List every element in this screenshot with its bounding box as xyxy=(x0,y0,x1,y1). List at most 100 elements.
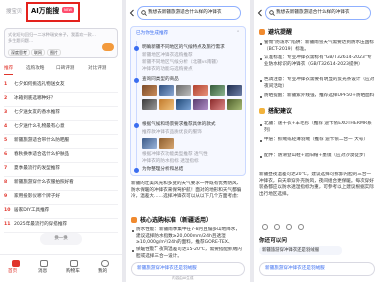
tab-recommend[interactable]: 推荐 xyxy=(4,64,14,75)
bullet-icon xyxy=(260,96,262,98)
outfit-3: 配件：防滑登山鞋+遮阳帽+墨镜（应对沙漠徒步） xyxy=(264,153,369,158)
search-placeholder-line2: 多生题问题… xyxy=(8,38,34,43)
thinking-card: 已为你生成推荐 ⌃ 明确新疆不同地区的气候特点及旅行需求 新疆地区冲锋衣选购推荐… xyxy=(130,26,246,176)
bullet-icon xyxy=(260,43,262,45)
compare-title: 根据气候和场景要求推荐具体的款式 xyxy=(142,122,216,127)
query-text: 我想去新疆旅游适合什么样的冲锋衣 xyxy=(148,10,222,15)
product-thumb[interactable] xyxy=(142,99,157,110)
query-bar[interactable]: 我想去新疆旅游适合什么样的冲锋衣 xyxy=(265,6,371,20)
product-thumb[interactable] xyxy=(159,99,174,110)
step-dot-icon xyxy=(134,123,139,128)
nav-profile[interactable]: 我的 xyxy=(98,269,107,275)
warning-icon xyxy=(259,29,265,35)
pitfall-2: 认准标准：专业冲锋衣需标有"GB/T32614-2023"专业防水标识的冲锋衣（… xyxy=(264,55,372,67)
product-thumb[interactable] xyxy=(193,99,208,110)
list-item[interactable]: 2 冰箱到底选哪种好？ xyxy=(4,92,118,107)
summary-text: 新疆昼夜温差可达20℃，建议选择可拆卸内胆的三合一冲锋衣，白天单穿外壳防风，夜间… xyxy=(259,172,374,197)
list-item[interactable]: 3 七夕送女友的香水推荐 xyxy=(4,106,118,121)
pitfall-title: 避坑提醒 xyxy=(268,29,293,36)
send-button[interactable] xyxy=(102,43,114,57)
pill-deep-think[interactable]: 深度思考 xyxy=(8,49,30,56)
ai-answer-scrolled-panel: 我想去新疆旅游适合什么样的冲锋衣 避坑提醒 警惕"防泼水"陷阱：新疆雨雪天气需要… xyxy=(254,0,380,282)
pill-image[interactable]: 图片 xyxy=(47,49,61,56)
tips-icon xyxy=(259,108,265,114)
follow-up-input[interactable]: 新疆旅游穿冲锋衣还是羽绒服 xyxy=(131,262,245,276)
list-item[interactable]: 6 春秋换季适合选什么护肤品 xyxy=(4,148,118,163)
step-1: 明确新疆不同地区的气候特点及旅行需求 xyxy=(142,45,225,50)
query-text: 我想去新疆旅游适合什么样的冲锋衣 xyxy=(276,10,350,15)
thinking-title: 已为你生成推荐 xyxy=(136,31,169,36)
nav-cart[interactable]: 购物车 xyxy=(66,269,80,275)
list-item[interactable]: 5 新疆旅游适合带什么防晒服 xyxy=(4,134,118,149)
point-2: 保暖性能：夜间温差可达15-20℃，需要搭配抓绒内胆或选择三合一设计。 xyxy=(136,247,242,259)
nav-messages[interactable]: 消息 xyxy=(38,269,47,275)
collapse-icon[interactable]: ⌃ xyxy=(236,31,240,37)
tab-reviews[interactable]: 口碑评测 xyxy=(56,64,74,74)
refresh-button[interactable]: 换一换 xyxy=(40,233,82,245)
ai-disclaimer: 内容由AI生成 xyxy=(172,276,194,280)
product-thumb[interactable] xyxy=(176,85,191,96)
suggest-chip[interactable]: 新疆旅游穿冲锋衣还是羽绒服 xyxy=(259,246,342,255)
nav-home[interactable]: 首页 xyxy=(8,269,17,275)
tab-compare[interactable]: 对比评测 xyxy=(88,64,106,74)
bullet-icon xyxy=(260,58,262,60)
highlight-frame xyxy=(26,2,80,22)
compare-sub-2: 根据冲锋衣功能类型推荐 透气性 xyxy=(142,152,208,157)
list-item[interactable]: 11 2025年最流行的穿搭推荐 xyxy=(4,218,118,233)
answer-intro: 新疆的壮美风光和多变的天气要求一件既有优秀防风、防水保暖的冲锋衣来保驾护航！面对… xyxy=(131,181,242,200)
bullet-icon xyxy=(260,140,262,142)
product-thumb[interactable] xyxy=(227,85,242,96)
tab-product-search[interactable]: 搜宝贝 xyxy=(6,9,22,15)
list-item[interactable]: 8 新疆旅游穿什么衣服拍照好看 xyxy=(4,176,118,191)
back-icon[interactable] xyxy=(129,9,135,17)
search-home-panel: 搜宝贝 AI万能搜 NEW 式化短句回归～二冰种瑞安亲子，我喜欢一款… 多生题问… xyxy=(0,0,122,282)
product-thumb[interactable] xyxy=(142,85,157,96)
follow-up-hint: 新疆旅游穿冲锋衣还是羽绒服 xyxy=(265,266,325,271)
ai-answer-panel: 我想去新疆旅游适合什么样的冲锋衣 已为你生成推荐 ⌃ 明确新疆不同地区的气候特点… xyxy=(126,0,250,282)
compare-sub-1: 推荐款冲锋衣品质优良的服饰 xyxy=(142,130,202,135)
step-2: 新疆地区冲锋衣选购推荐 xyxy=(142,53,193,58)
list-item[interactable]: 10 居家DIY工具推荐 xyxy=(4,204,118,219)
product-thumb[interactable] xyxy=(159,138,174,149)
list-item[interactable]: 9 家用投影仪哪个牌子好 xyxy=(4,190,118,205)
pitfall-1: 警惕"防泼水"陷阱：新疆雨雪天气需要达到防水压国标（BCT-2019）标准。 xyxy=(264,40,374,52)
follow-up-input[interactable]: 新疆旅游穿冲锋衣还是羽绒服 xyxy=(259,262,375,276)
product-thumb[interactable] xyxy=(142,138,157,149)
copy-icon[interactable] xyxy=(262,224,268,230)
product-thumb[interactable] xyxy=(227,99,242,110)
product-thumb[interactable] xyxy=(159,85,174,96)
thumbs-up-icon[interactable] xyxy=(274,224,280,230)
tab-buying-guide[interactable]: 选购攻略 xyxy=(26,64,44,74)
bullet-icon xyxy=(260,124,262,126)
back-icon[interactable] xyxy=(257,9,263,17)
search-icon xyxy=(269,10,275,16)
pill-web[interactable]: 联网 xyxy=(31,49,45,56)
point-1: 防水性能：新疆雨季集中在7-8月且偏多山地降水，建议选择防水指数≥20,000m… xyxy=(136,227,240,247)
search-tab-bar: 搜宝贝 AI万能搜 NEW xyxy=(0,0,122,24)
product-thumb[interactable] xyxy=(210,85,225,96)
query-bar[interactable]: 我想去新疆旅游适合什么样的冲锋衣 xyxy=(137,6,241,20)
step-3: 新疆不同地区气候分析（北疆vs南疆） xyxy=(142,60,221,65)
ai-search-box[interactable]: 式化短句回归～二冰种瑞安亲子，我喜欢一款… 多生题问题… 深度思考 联网 图片 xyxy=(4,28,118,58)
section-title: 核心选购标准（新疆适用） xyxy=(140,217,213,224)
outfit-2: 中层：抓绒或轻薄羽绒（推荐 迪卡侬二合一 大号） xyxy=(264,137,368,142)
product-thumb[interactable] xyxy=(176,99,191,110)
outfit-1: 北疆：速干衣+羊毛衫（推荐 迪卡侬EXOTHERMR系列） xyxy=(264,121,372,133)
bottom-nav: 首页 消息 购物车 我的 xyxy=(0,254,122,282)
product-thumb[interactable] xyxy=(193,85,208,96)
share-icon[interactable] xyxy=(298,224,304,230)
product-thumb[interactable] xyxy=(210,99,225,110)
list-item[interactable]: 4 七夕送什么礼物最有心意 xyxy=(4,120,118,135)
bullet-icon xyxy=(132,250,134,252)
compare-sub-3: 冲锋衣的防水指标 透湿指标 xyxy=(142,159,199,164)
list-item[interactable]: 7 夏季最流行的发型推荐 xyxy=(4,162,118,177)
bullet-icon xyxy=(260,156,262,158)
timeline-line xyxy=(136,41,137,169)
done-label: 为你整理分析和总结 xyxy=(142,167,184,172)
list-item[interactable]: 1 七夕如何挑选礼物送女友 xyxy=(4,78,118,93)
profile-icon xyxy=(101,260,109,267)
search-icon xyxy=(141,10,147,16)
step-dot-icon xyxy=(134,46,139,51)
home-icon xyxy=(12,260,20,267)
thumbs-down-icon[interactable] xyxy=(286,224,292,230)
